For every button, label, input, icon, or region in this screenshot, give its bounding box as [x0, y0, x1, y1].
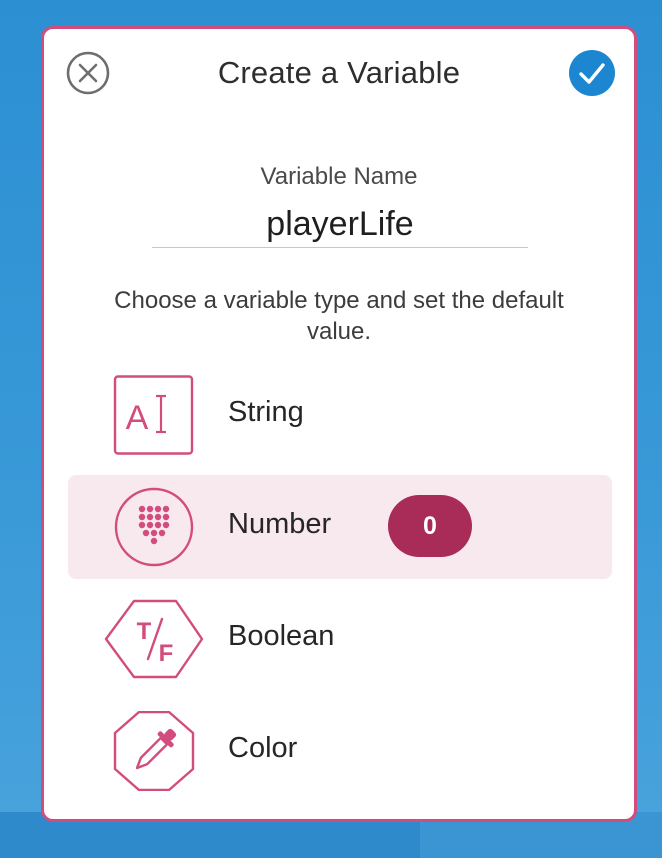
variable-name-input[interactable]: [152, 201, 528, 248]
svg-text:A: A: [126, 399, 149, 437]
number-type-icon: [114, 487, 194, 567]
confirm-button[interactable]: [568, 49, 616, 97]
type-option-boolean[interactable]: T F Boolean: [68, 587, 612, 691]
svg-text:F: F: [159, 640, 174, 667]
string-type-icon: A: [113, 375, 194, 455]
variable-name-label: Variable Name: [260, 163, 418, 190]
type-option-color[interactable]: Color: [68, 699, 612, 803]
create-variable-dialog: Create a Variable Variable Name Choose a…: [41, 26, 637, 822]
dialog-title: Create a Variable: [217, 55, 461, 90]
type-option-string[interactable]: A String: [68, 363, 612, 467]
boolean-type-icon: T F: [104, 599, 204, 679]
number-default-value-button[interactable]: 0: [388, 495, 472, 557]
type-label-string: String: [228, 396, 304, 428]
type-label-number: Number: [228, 508, 332, 540]
type-label-boolean: Boolean: [228, 620, 335, 652]
type-label-color: Color: [228, 732, 298, 764]
checkmark-circle-icon: [569, 50, 615, 96]
instructions-text: Choose a variable type and set the defau…: [114, 287, 564, 345]
type-option-number[interactable]: Number 0: [68, 475, 612, 579]
color-dropper-icon: [113, 711, 195, 791]
svg-text:T: T: [137, 618, 152, 645]
